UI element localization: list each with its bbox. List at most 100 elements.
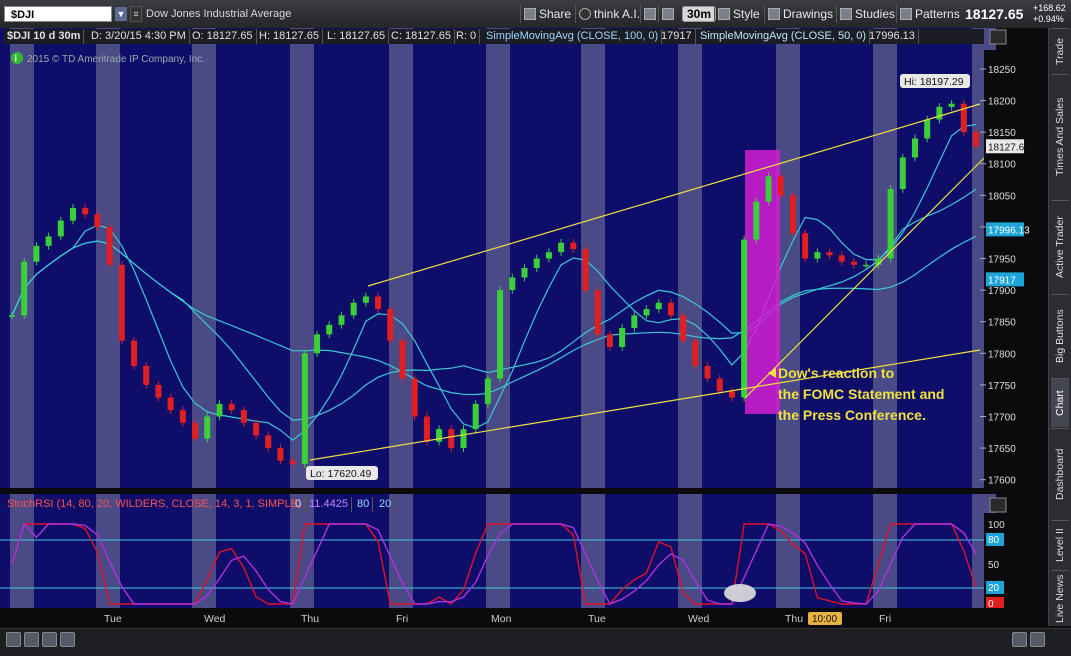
think-ai-label: think A.I. — [594, 7, 641, 21]
candle-body — [45, 236, 52, 246]
session-band — [192, 28, 216, 488]
session-band — [678, 28, 702, 488]
stoch-label: StochRSI (14, 80, 20, WILDERS, CLOSE, 14… — [4, 497, 306, 512]
time-tick: Tue — [588, 613, 606, 625]
share-button[interactable]: Share — [520, 5, 574, 23]
candle-body — [460, 429, 467, 449]
stoch-session-band — [776, 494, 800, 608]
zoom-in-icon[interactable] — [24, 632, 39, 647]
candle-body — [216, 403, 223, 417]
candle-body — [277, 448, 284, 461]
studies-button[interactable]: Studies — [836, 5, 898, 23]
side-tab-times-and-sales[interactable]: Times And Sales — [1051, 74, 1069, 199]
candle-body — [509, 277, 516, 291]
price-tick: 18200 — [988, 97, 1016, 108]
price-tick: 18150 — [988, 128, 1016, 139]
candle-body — [582, 249, 589, 291]
stoch-scale-toggle-icon[interactable] — [989, 497, 1007, 513]
stoch-badge-text: 80 — [988, 535, 1000, 546]
candle-body — [704, 365, 711, 379]
candle-body — [838, 255, 845, 262]
ma50-label: SimpleMovingAvg (CLOSE, 50, 0) — [697, 29, 871, 44]
patterns-button[interactable]: Patterns — [896, 5, 963, 23]
settings-button[interactable] — [658, 5, 680, 23]
draw-line-icon[interactable] — [60, 632, 75, 647]
symbol-description: Dow Jones Industrial Average — [146, 8, 292, 20]
ma100-badge-text: 17917 — [988, 275, 1016, 286]
time-tick: Wed — [688, 613, 710, 625]
side-tab-active-trader[interactable]: Active Trader — [1051, 200, 1069, 293]
side-tab-level-ii[interactable]: Level II — [1051, 520, 1069, 569]
candle-body — [265, 435, 272, 449]
stoch-value-0: 0 — [292, 497, 306, 512]
stoch-session-band — [678, 494, 702, 608]
stoch-session-band — [873, 494, 897, 608]
candle-body — [692, 340, 699, 366]
candle-body — [326, 324, 333, 335]
candle-body — [521, 268, 528, 278]
side-tab-dashboard[interactable]: Dashboard — [1051, 428, 1069, 519]
side-tab-big-buttons[interactable]: Big Buttons — [1051, 294, 1069, 377]
candle-body — [911, 138, 918, 158]
stoch-k-value: 11.4425 — [306, 497, 352, 512]
candle-body — [777, 176, 784, 196]
candle-body — [301, 353, 308, 464]
candle-body — [204, 416, 211, 439]
stoch-oversold: 20 — [376, 497, 396, 512]
scroll-right-icon[interactable] — [1030, 632, 1045, 647]
candle-body — [411, 378, 418, 417]
price-tick: 17750 — [988, 381, 1016, 392]
candle-body — [741, 239, 748, 398]
time-tick: Thu — [301, 613, 319, 625]
candle-body — [423, 416, 430, 442]
price-tick: 17600 — [988, 476, 1016, 487]
scale-toggle-icon[interactable] — [989, 29, 1007, 45]
symbol-dropdown-icon[interactable]: ▼ — [114, 6, 128, 22]
percent-change: +0.94% — [1033, 14, 1064, 24]
stoch-tick: 50 — [988, 560, 1000, 571]
bar-low: L: 18127.65 — [324, 29, 390, 44]
info-bar: $DJI 10 d 30m D: 3/20/15 4:30 PM O: 1812… — [4, 29, 984, 44]
chart-area[interactable]: 1825018200181501810018050180001795017900… — [0, 28, 1048, 628]
candle-body — [240, 410, 247, 423]
side-tab-chart[interactable]: Chart — [1051, 378, 1069, 427]
side-tab-live-news[interactable]: Live News — [1051, 570, 1069, 627]
time-tick: Thu — [785, 613, 803, 625]
think-ai-button[interactable]: think A.I. — [575, 5, 643, 23]
side-tab-trade[interactable]: Trade — [1051, 28, 1069, 73]
candle-body — [375, 296, 382, 310]
time-tick: Mon — [491, 613, 512, 625]
stoch-highlight — [724, 584, 756, 602]
candle-body — [143, 365, 150, 385]
style-button[interactable]: Style — [714, 5, 763, 23]
timeframe-button[interactable]: 30m — [682, 6, 717, 22]
stoch-badge-text: 20 — [988, 583, 1000, 594]
candle-body — [399, 340, 406, 379]
candle-body — [448, 429, 455, 449]
price-tick: 17700 — [988, 412, 1016, 423]
symbol-input[interactable]: $DJI — [4, 6, 112, 22]
time-tick: Wed — [204, 613, 226, 625]
candle-body — [9, 315, 15, 317]
expand-icon — [644, 8, 656, 20]
drawings-button[interactable]: Drawings — [764, 5, 836, 23]
candle-body — [472, 403, 479, 430]
candle-body — [387, 309, 394, 341]
zoom-out-icon[interactable] — [42, 632, 57, 647]
candle-body — [643, 309, 650, 316]
candle-body — [936, 106, 943, 120]
last-price: 18127.65 — [965, 6, 1024, 22]
note-line-3: the Press Conference. — [778, 407, 926, 423]
candle-body — [33, 245, 40, 262]
bar-close: C: 18127.65 — [388, 29, 455, 44]
candle-body — [570, 242, 577, 250]
candle-body — [789, 195, 796, 234]
net-change: +168.62 — [1033, 3, 1066, 13]
candle-body — [887, 189, 894, 259]
candle-body — [863, 264, 870, 267]
scroll-left-icon[interactable] — [1012, 632, 1027, 647]
candle-body — [106, 226, 113, 265]
pan-icon[interactable] — [6, 632, 21, 647]
symbol-menu-icon[interactable]: ≡ — [130, 6, 142, 22]
price-tick: 17950 — [988, 255, 1016, 266]
